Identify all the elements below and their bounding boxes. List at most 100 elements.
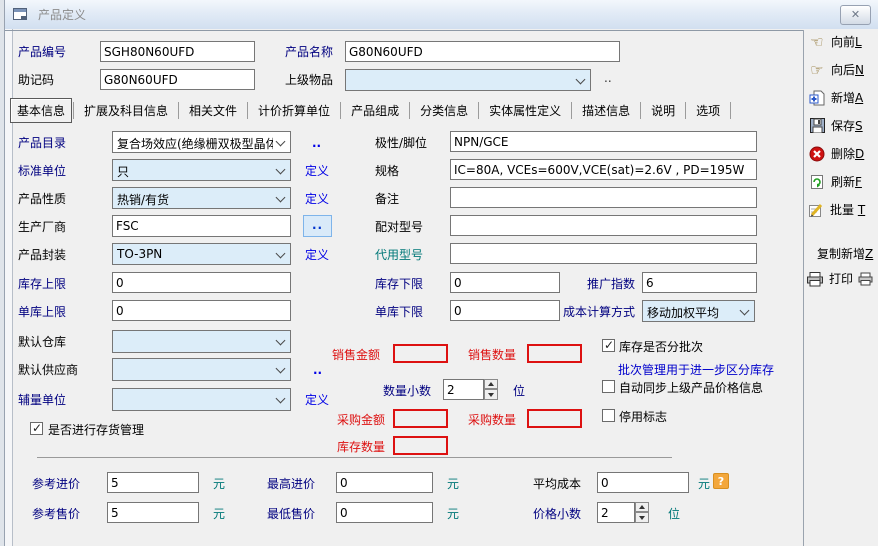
manufacturer-input[interactable]: [112, 215, 291, 237]
spinner-down-icon[interactable]: [635, 512, 649, 523]
price-decimals-spinner[interactable]: [635, 502, 649, 523]
tab-separator: [247, 102, 248, 119]
sales-qty-box: [527, 344, 582, 363]
inventory-managed-checkbox[interactable]: [30, 422, 43, 435]
tab-pricing-conversion-unit[interactable]: 计价折算单位: [249, 99, 339, 122]
purchase-amount-label: 采购金额: [337, 413, 385, 427]
backward-button[interactable]: ☞ 向后N: [808, 61, 864, 78]
copy-add-key: Z: [865, 247, 873, 261]
chevron-down-icon: [276, 394, 286, 404]
mnemonic-input[interactable]: [100, 69, 255, 90]
stock-upper-input[interactable]: [112, 272, 291, 293]
spec-input[interactable]: [450, 159, 757, 180]
tab-classification-info[interactable]: 分类信息: [411, 99, 477, 122]
delete-button[interactable]: 删除D: [808, 145, 864, 162]
spinner-up-icon[interactable]: [635, 502, 649, 512]
default-supplier-select[interactable]: [112, 358, 291, 381]
qty-decimals-input[interactable]: [443, 379, 484, 400]
default-supplier-more-link[interactable]: ..: [313, 363, 322, 377]
tab-description-info[interactable]: 描述信息: [573, 99, 639, 122]
ref-sale-label: 参考售价: [32, 507, 80, 521]
max-purchase-input[interactable]: [336, 472, 433, 493]
tab-extended-subject-info[interactable]: 扩展及科目信息: [75, 99, 177, 122]
qty-decimals-spinner[interactable]: [484, 379, 498, 400]
catalog-select[interactable]: 复合场效应(绝缘栅双极型晶体管: [112, 131, 291, 153]
substitute-model-input[interactable]: [450, 243, 757, 264]
close-button[interactable]: ✕: [840, 5, 871, 25]
disabled-flag-checkbox[interactable]: [602, 409, 615, 422]
save-button-label: 保存S: [831, 117, 863, 134]
product-definition-window: { "window": {"title": "产品定义", "close_gly…: [0, 0, 878, 546]
save-icon: [808, 118, 826, 134]
paired-model-input[interactable]: [450, 215, 757, 236]
default-supplier-label: 默认供应商: [18, 363, 78, 377]
add-new-button[interactable]: 新增A: [808, 89, 863, 106]
standard-unit-select[interactable]: 只: [112, 159, 291, 181]
parent-item-more-link[interactable]: ..: [604, 71, 612, 85]
tab-product-composition[interactable]: 产品组成: [342, 99, 408, 122]
tab-basic-info[interactable]: 基本信息: [10, 98, 72, 123]
tab-notes[interactable]: 说明: [642, 99, 684, 122]
parent-item-select[interactable]: [345, 69, 591, 91]
catalog-more-link[interactable]: ..: [312, 136, 321, 150]
batch-managed-checkbox[interactable]: [602, 339, 615, 352]
tab-related-files[interactable]: 相关文件: [180, 99, 246, 122]
product-name-input[interactable]: [345, 41, 620, 62]
print-button[interactable]: 打印: [806, 270, 874, 287]
hand-right-icon: ☞: [808, 62, 826, 78]
ref-purchase-label: 参考进价: [32, 477, 80, 491]
auto-sync-label: 自动同步上级产品价格信息: [619, 381, 763, 395]
promotion-index-input[interactable]: [642, 272, 757, 293]
auto-sync-checkbox[interactable]: [602, 380, 615, 393]
chevron-down-icon: [276, 137, 286, 147]
product-code-input[interactable]: [100, 41, 255, 62]
package-define-link[interactable]: 定义: [305, 248, 329, 262]
chevron-down-icon: [276, 249, 286, 259]
product-name-label: 产品名称: [285, 45, 333, 59]
nature-select[interactable]: 热销/有货: [112, 187, 291, 209]
nature-define-link[interactable]: 定义: [305, 192, 329, 206]
title-bar[interactable]: 产品定义 ✕: [5, 0, 878, 29]
tab-entity-attribute-definition[interactable]: 实体属性定义: [480, 99, 570, 122]
cost-method-select[interactable]: 移动加权平均: [642, 300, 755, 322]
price-decimals-input[interactable]: [597, 502, 635, 523]
standard-unit-define-link[interactable]: 定义: [305, 164, 329, 178]
polarity-label: 极性/脚位: [375, 136, 427, 150]
stock-lower-input[interactable]: [450, 272, 560, 293]
spinner-down-icon[interactable]: [484, 389, 498, 400]
aux-unit-select[interactable]: [112, 388, 291, 411]
spinner-up-icon[interactable]: [484, 379, 498, 389]
polarity-input[interactable]: [450, 131, 757, 152]
aux-unit-define-link[interactable]: 定义: [305, 393, 329, 407]
remark-input[interactable]: [450, 187, 757, 208]
ref-sale-input[interactable]: [107, 502, 199, 523]
forward-button[interactable]: ☜ 向前L: [808, 33, 862, 50]
ref-purchase-input[interactable]: [107, 472, 199, 493]
manufacturer-more-button[interactable]: ..: [303, 215, 332, 237]
stock-qty-box: [393, 436, 448, 455]
aux-unit-label: 辅量单位: [18, 393, 66, 407]
batch-button[interactable]: 批量 T: [807, 201, 865, 218]
package-select[interactable]: TO-3PN: [112, 243, 291, 265]
stock-lower-label: 库存下限: [375, 277, 423, 291]
avg-cost-input[interactable]: [597, 472, 689, 493]
window-icon: [13, 8, 28, 24]
promotion-index-label: 推广指数: [587, 277, 635, 291]
refresh-button[interactable]: 刷新F: [808, 173, 862, 190]
single-store-upper-input[interactable]: [112, 300, 291, 321]
tab-separator: [685, 102, 686, 119]
delete-icon: [808, 146, 826, 162]
price-decimals-label: 价格小数: [533, 507, 581, 521]
refresh-button-label: 刷新F: [831, 173, 862, 190]
single-store-lower-input[interactable]: [450, 300, 560, 321]
default-warehouse-select[interactable]: [112, 330, 291, 353]
save-button[interactable]: 保存S: [808, 117, 863, 134]
copy-add-button[interactable]: 复制新增Z: [817, 245, 873, 262]
substitute-model-label: 代用型号: [375, 248, 423, 262]
help-icon[interactable]: ?: [713, 473, 729, 489]
tab-options[interactable]: 选项: [687, 99, 729, 122]
min-sale-input[interactable]: [336, 502, 433, 523]
single-store-lower-label: 单库下限: [375, 305, 423, 319]
batch-text: 批量: [830, 203, 854, 217]
avg-cost-unit: 元: [698, 477, 710, 491]
